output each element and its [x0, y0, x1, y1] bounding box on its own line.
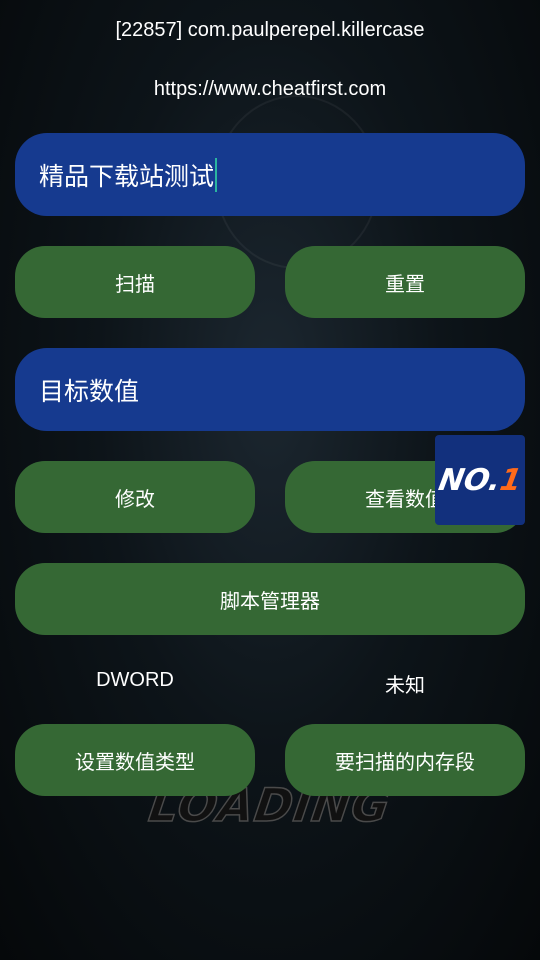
target-value-text: 目标数值: [39, 376, 140, 406]
badge-label: NO.1: [435, 462, 525, 498]
floating-no1-badge[interactable]: NO.1: [435, 435, 525, 525]
script-manager-button[interactable]: 脚本管理器: [15, 563, 525, 635]
value-type-label: DWORD: [96, 669, 174, 691]
memory-region-label: 未知: [385, 673, 425, 697]
memory-segment-button[interactable]: 要扫描的内存段: [285, 724, 525, 796]
search-value-input[interactable]: 精品下载站测试: [15, 133, 525, 216]
scan-button[interactable]: 扫描: [15, 246, 255, 318]
search-value-text: 精品下载站测试: [39, 161, 215, 191]
target-value-input[interactable]: 目标数值: [15, 348, 525, 431]
website-link[interactable]: https://www.cheatfirst.com: [0, 78, 540, 101]
reset-button[interactable]: 重置: [285, 246, 525, 318]
set-value-type-button[interactable]: 设置数值类型: [15, 724, 255, 796]
process-title: [22857] com.paulperepel.killercase: [115, 19, 425, 41]
modify-button[interactable]: 修改: [15, 461, 255, 533]
text-cursor: [215, 157, 218, 192]
